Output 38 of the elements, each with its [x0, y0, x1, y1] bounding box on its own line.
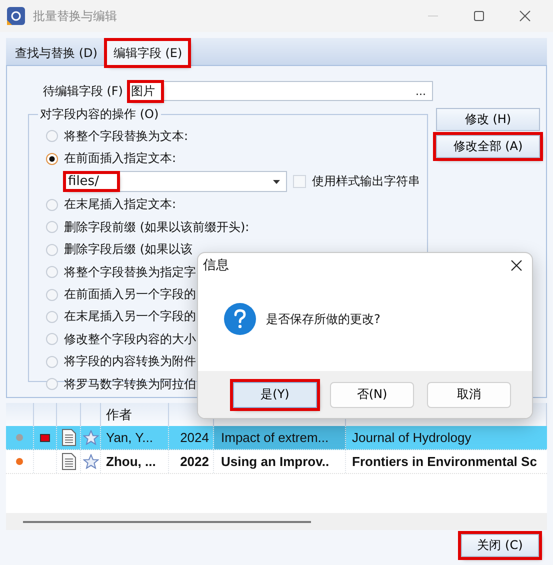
author-cell: Yan, Y... — [101, 426, 169, 449]
dialog-button[interactable]: 取消 — [427, 382, 511, 408]
tab[interactable]: 编辑字段 (E) — [107, 41, 188, 65]
option-label: 删除字段前缀 (如果以该前缀开头): — [64, 218, 250, 236]
source-cell-text: Journal of Hydrology — [351, 429, 472, 447]
dialog-title: 信息 — [203, 257, 229, 274]
combo-value: files/ — [66, 174, 117, 190]
field-value: 图片 — [130, 82, 161, 100]
author-cell: Zhou, ... — [101, 450, 169, 473]
action-button[interactable]: 修改全部 (A) — [436, 135, 540, 158]
source-cell-text: Frontiers in Environmental Sc — [351, 453, 538, 471]
option-label: 删除字段后缀 (如果以该 — [64, 241, 192, 258]
tab[interactable]: 查找与替换 (D) — [9, 41, 104, 65]
option-label: 在末尾插入指定文本: — [64, 196, 176, 214]
dialog-message: 是否保存所做的更改? — [266, 310, 380, 328]
field-input[interactable]: 图片 ... — [127, 81, 433, 101]
group-title: 对字段内容的操作 (O) — [39, 106, 160, 123]
option-label: 修改整个字段内容的大小 — [64, 330, 196, 348]
title-cell: Impact of extrem... — [214, 426, 346, 449]
option-label: 将字段的内容转换为附件 — [64, 353, 196, 370]
option-label: 在前面插入指定文本: — [64, 150, 176, 168]
field-label: 待编辑字段 (F) — [42, 82, 124, 100]
year-cell: 2022 — [169, 450, 214, 473]
option-label: 将罗马数字转换为阿拉伯 — [64, 376, 196, 393]
close-button[interactable]: 关闭 (C) — [461, 534, 539, 557]
checkbox-label: 使用样式输出字符串 — [312, 173, 420, 190]
title-cell: Using an Improv.. — [214, 450, 346, 473]
dialog-button[interactable]: 否(N) — [330, 382, 414, 408]
option-label: 将整个字段替换为文本: — [64, 128, 188, 145]
option-label: 在末尾插入另一个字段的 — [64, 308, 196, 326]
text-combo-box[interactable]: files/ — [63, 171, 287, 192]
action-button[interactable]: 修改 (H) — [436, 108, 540, 131]
window-title: 批量替换与编辑 — [33, 8, 117, 24]
option-label: 在前面插入另一个字段的 — [64, 286, 196, 304]
table-row[interactable]: Yan, Y... 2024 Impact of extrem... Journal of Hydrology — [6, 426, 547, 450]
browse-button[interactable]: ... — [416, 84, 426, 98]
option-label: 将整个字段替换为指定字 — [64, 264, 196, 281]
table-row[interactable]: Zhou, ... 2022 Using an Improv.. Frontiers in Environmental Sc — [6, 450, 547, 474]
